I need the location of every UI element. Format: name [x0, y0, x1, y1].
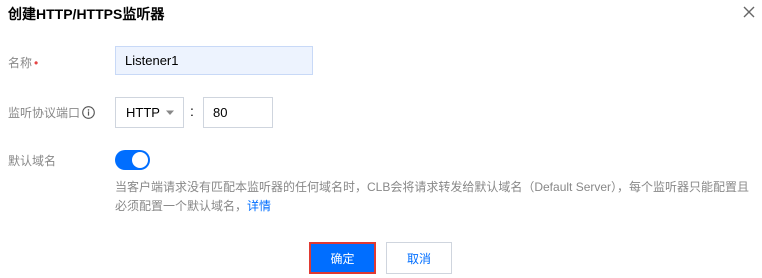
required-mark: • [34, 56, 39, 70]
close-icon [743, 6, 755, 18]
cancel-button[interactable]: 取消 [386, 242, 452, 274]
help-text: 当客户端请求没有匹配本监听器的任何域名时，CLB会将请求转发给默认域名（Defa… [115, 180, 750, 213]
name-label-text: 名称 [8, 56, 33, 70]
close-button[interactable] [739, 2, 759, 22]
info-circle-icon[interactable] [82, 106, 95, 119]
details-link[interactable]: 详情 [247, 199, 271, 213]
default-domain-help: 当客户端请求没有匹配本监听器的任何域名时，CLB会将请求转发给默认域名（Defa… [115, 178, 755, 216]
name-input[interactable]: Listener1 [115, 46, 313, 75]
caret-down-icon [166, 110, 174, 115]
default-domain-toggle[interactable] [115, 150, 150, 170]
confirm-button[interactable]: 确定 [309, 242, 376, 274]
protocol-select-value: HTTP [126, 105, 160, 120]
protocol-port-label-text: 监听协议端口 [8, 106, 81, 120]
toggle-knob [132, 152, 148, 168]
name-label: 名称 • [8, 54, 38, 71]
protocol-port-label: 监听协议端口 [8, 104, 95, 121]
port-separator: : [190, 103, 194, 119]
dialog-title: 创建HTTP/HTTPS监听器 [8, 6, 165, 22]
default-domain-label: 默认域名 [8, 154, 57, 168]
port-input[interactable]: 80 [203, 97, 273, 128]
protocol-select[interactable]: HTTP [115, 97, 184, 128]
